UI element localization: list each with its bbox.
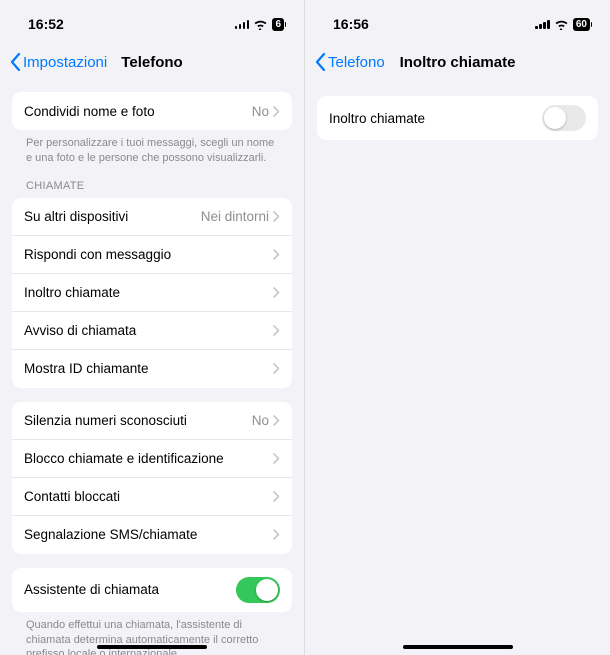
row-silence-unknown[interactable]: Silenzia numeri sconosciuti No [12, 402, 292, 440]
row-call-forwarding-toggle[interactable]: Inoltro chiamate [317, 96, 598, 140]
row-label: Condividi nome e foto [24, 104, 252, 119]
row-respond-with-message[interactable]: Rispondi con messaggio [12, 236, 292, 274]
row-blocked-contacts[interactable]: Contatti bloccati [12, 478, 292, 516]
back-label: Telefono [328, 54, 385, 71]
chevron-left-icon [10, 53, 21, 71]
status-right: 6 [235, 18, 284, 31]
row-sms-call-reporting[interactable]: Segnalazione SMS/chiamate [12, 516, 292, 554]
phone-screen-right: 16:56 60 Telefono Inoltro chiamate Inolt… [305, 0, 610, 655]
content[interactable]: Inoltro chiamate [305, 82, 610, 655]
row-value: Nei dintorni [201, 209, 269, 224]
row-label: Inoltro chiamate [24, 285, 273, 300]
row-call-forwarding[interactable]: Inoltro chiamate [12, 274, 292, 312]
row-label: Avviso di chiamata [24, 323, 273, 338]
phone-screen-left: 16:52 6 Impostazioni Telefono Condividi … [0, 0, 305, 655]
status-time: 16:52 [28, 16, 64, 32]
footer-share: Per personalizzare i tuoi messaggi, sceg… [12, 130, 292, 166]
row-label: Silenzia numeri sconosciuti [24, 413, 252, 428]
row-label: Su altri dispositivi [24, 209, 201, 224]
status-bar: 16:56 60 [305, 0, 610, 42]
chevron-left-icon [315, 53, 326, 71]
chevron-right-icon [273, 529, 280, 540]
row-label: Mostra ID chiamante [24, 361, 273, 376]
battery-icon: 60 [573, 18, 590, 31]
content[interactable]: Condividi nome e foto No Per personalizz… [0, 82, 304, 655]
row-call-waiting[interactable]: Avviso di chiamata [12, 312, 292, 350]
row-dial-assist[interactable]: Assistente di chiamata [12, 568, 292, 612]
chevron-right-icon [273, 415, 280, 426]
dial-assist-switch[interactable] [236, 577, 280, 603]
chevron-right-icon [273, 325, 280, 336]
back-label: Impostazioni [23, 54, 107, 71]
home-indicator[interactable] [403, 645, 513, 649]
chevron-right-icon [273, 491, 280, 502]
dual-screenshot: 16:52 6 Impostazioni Telefono Condividi … [0, 0, 610, 655]
chevron-right-icon [273, 211, 280, 222]
row-call-blocking-id[interactable]: Blocco chiamate e identificazione [12, 440, 292, 478]
group-blocking: Silenzia numeri sconosciuti No Blocco ch… [12, 402, 292, 554]
home-indicator[interactable] [97, 645, 207, 649]
group-calls: Su altri dispositivi Nei dintorni Rispon… [12, 198, 292, 388]
group-assistant: Assistente di chiamata [12, 568, 292, 612]
wifi-icon [554, 19, 569, 30]
nav-bar: Impostazioni Telefono [0, 42, 304, 82]
row-label: Segnalazione SMS/chiamate [24, 527, 273, 542]
row-share-name-photo[interactable]: Condividi nome e foto No [12, 92, 292, 130]
chevron-right-icon [273, 363, 280, 374]
row-other-devices[interactable]: Su altri dispositivi Nei dintorni [12, 198, 292, 236]
row-show-caller-id[interactable]: Mostra ID chiamante [12, 350, 292, 388]
row-value: No [252, 413, 269, 428]
call-forwarding-switch[interactable] [542, 105, 586, 131]
battery-icon: 6 [272, 18, 284, 31]
chevron-right-icon [273, 249, 280, 260]
row-label: Inoltro chiamate [329, 111, 542, 126]
cellular-icon [235, 19, 250, 29]
status-time: 16:56 [333, 16, 369, 32]
chevron-right-icon [273, 287, 280, 298]
back-button[interactable]: Impostazioni [10, 53, 107, 71]
section-header-calls: CHIAMATE [12, 166, 292, 196]
status-bar: 16:52 6 [0, 0, 304, 42]
nav-bar: Telefono Inoltro chiamate [305, 42, 610, 82]
row-label: Rispondi con messaggio [24, 247, 273, 262]
group-forwarding: Inoltro chiamate [317, 96, 598, 140]
row-label: Assistente di chiamata [24, 582, 236, 597]
row-value: No [252, 104, 269, 119]
row-label: Contatti bloccati [24, 489, 273, 504]
page-title: Telefono [121, 54, 182, 71]
wifi-icon [253, 19, 268, 30]
cellular-icon [535, 19, 550, 29]
row-label: Blocco chiamate e identificazione [24, 451, 273, 466]
group-share: Condividi nome e foto No [12, 92, 292, 130]
chevron-right-icon [273, 453, 280, 464]
page-title: Inoltro chiamate [400, 54, 516, 71]
chevron-right-icon [273, 106, 280, 117]
back-button[interactable]: Telefono [315, 53, 385, 71]
status-right: 60 [535, 18, 590, 31]
